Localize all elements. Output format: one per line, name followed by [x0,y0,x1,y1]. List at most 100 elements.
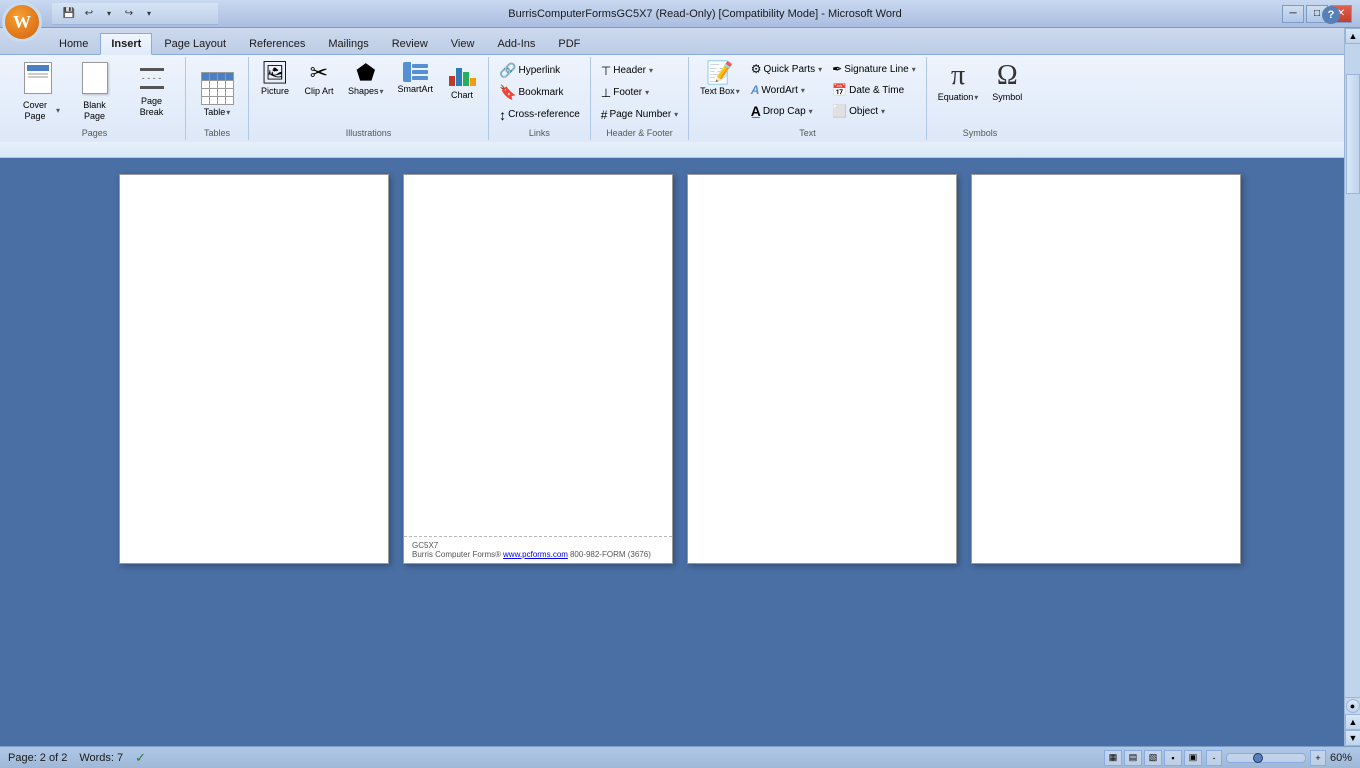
save-button[interactable]: 💾 [60,4,78,22]
equation-label: Equation ▾ [938,92,979,103]
shapes-icon: ⬟ [356,62,375,84]
footer-link[interactable]: www.pcforms.com [503,550,568,559]
clipart-button[interactable]: ✂ Clip Art [299,59,339,100]
tab-addins[interactable]: Add-Ins [486,32,546,54]
tab-review[interactable]: Review [381,32,439,54]
tab-insert[interactable]: Insert [100,33,152,55]
datetime-button[interactable]: 📅 Date & Time [828,80,920,100]
cover-page-label: Cover Page ▾ [15,100,60,122]
zoom-slider[interactable] [1226,753,1306,763]
word-count[interactable]: Words: 7 [79,752,123,764]
quickparts-label: Quick Parts [763,64,815,75]
tab-mailings[interactable]: Mailings [317,32,379,54]
dropcap-icon: A̲ [751,103,761,119]
page-indicator[interactable]: Page: 2 of 2 [8,752,67,764]
cover-page-button[interactable]: Cover Page ▾ [10,59,65,125]
table-button[interactable]: Table ▾ [192,59,242,121]
document-page-3 [687,174,957,564]
signatureline-label: Signature Line [844,64,909,75]
vertical-scrollbar[interactable]: ▲ ● ▲ ▼ [1344,28,1360,746]
textbox-button[interactable]: 📝 Text Box ▾ [695,59,745,100]
symbol-button[interactable]: Ω Symbol [987,59,1027,106]
links-group-label: Links [529,128,550,138]
pagenumber-icon: # [601,108,608,122]
chart-label: Chart [451,90,473,101]
tab-pdf[interactable]: PDF [547,32,591,54]
hyperlink-button[interactable]: 🔗 Hyperlink [495,61,564,81]
header-icon: ⊤ [601,64,611,78]
undo-dropdown[interactable]: ▾ [100,4,118,22]
picture-button[interactable]: 🖼 Picture [255,59,295,100]
minimize-button[interactable]: ─ [1282,5,1304,23]
zoom-out-button[interactable]: - [1206,750,1222,766]
scroll-up-button[interactable]: ▲ [1345,28,1360,44]
print-layout-button[interactable]: ▦ [1104,750,1122,766]
page-break-icon: - - - - [138,62,166,94]
title-bar: 💾 ↩ ▾ ↪ ▾ BurrisComputerFormsGC5X7 (Read… [0,0,1360,28]
wordart-button[interactable]: A WordArt ▾ [747,80,826,100]
chart-button[interactable]: Chart [442,59,482,104]
object-label: Object [849,106,878,117]
help-button[interactable]: ? [1322,6,1340,24]
tab-references[interactable]: References [238,32,316,54]
blank-page-icon [82,62,108,98]
bookmark-button[interactable]: 🔖 Bookmark [495,83,567,103]
tab-home[interactable]: Home [48,32,99,54]
view-buttons: ▦ ▤ ▧ ▪ ▣ [1104,750,1202,766]
tab-view[interactable]: View [440,32,486,54]
illustrations-group-label: Illustrations [346,128,392,138]
proofing-checkmark[interactable]: ✓ [135,750,146,766]
ribbon-content: Cover Page ▾ Blank Page - - - - Page Bre… [0,54,1360,142]
footer-button[interactable]: ⊥ Footer ▾ [597,83,653,103]
equation-button[interactable]: π Equation ▾ [933,59,984,106]
footer-company: Burris Computer Forms® [412,550,501,559]
equation-icon: π [951,62,965,90]
dropcap-label: Drop Cap [763,106,806,117]
shapes-button[interactable]: ⬟ Shapes ▾ [343,59,389,100]
ruler-horizontal [0,142,1360,158]
pagenumber-label: Page Number [609,109,671,120]
tables-group: Table ▾ Tables [186,57,249,140]
page-break-button[interactable]: - - - - Page Break [124,59,179,121]
cover-page-icon [24,62,52,98]
scroll-prev-button[interactable]: ▲ [1345,714,1360,730]
scroll-next-button[interactable]: ▼ [1345,730,1360,746]
text-group-label: Text [799,128,816,138]
hyperlink-icon: 🔗 [499,62,516,79]
crossref-button[interactable]: ↕ Cross-reference [495,105,584,125]
signatureline-icon: ✒ [832,62,842,76]
picture-icon: 🖼 [261,62,289,84]
headerfooter-group: ⊤ Header ▾ ⊥ Footer ▾ # Page Number ▾ He… [591,57,689,140]
zoom-in-button[interactable]: + [1310,750,1326,766]
smartart-button[interactable]: SmartArt [393,59,439,98]
document-area: GC5X7 Burris Computer Forms® www.pcforms… [0,158,1360,744]
pagenumber-button[interactable]: # Page Number ▾ [597,105,682,125]
wordart-icon: A [751,83,760,97]
header-button[interactable]: ⊤ Header ▾ [597,61,657,81]
draft-button[interactable]: ▣ [1184,750,1202,766]
symbol-icon: Ω [997,62,1018,90]
blank-page-button[interactable]: Blank Page [67,59,122,125]
quickparts-button[interactable]: ⚙ Quick Parts ▾ [747,59,826,79]
table-icon [201,62,234,105]
undo-button[interactable]: ↩ [80,4,98,22]
crossref-label: Cross-reference [508,109,580,120]
office-button[interactable]: W [2,2,42,42]
signatureline-button[interactable]: ✒ Signature Line ▾ [828,59,920,79]
document-page-1 [119,174,389,564]
full-reading-button[interactable]: ▤ [1124,750,1142,766]
hyperlink-label: Hyperlink [519,65,561,76]
web-layout-button[interactable]: ▧ [1144,750,1162,766]
quickparts-icon: ⚙ [751,62,762,76]
document-page-4 [971,174,1241,564]
bookmark-label: Bookmark [519,87,564,98]
object-button[interactable]: ⬜ Object ▾ [828,101,920,121]
textbox-label: Text Box ▾ [700,86,740,97]
outline-button[interactable]: ▪ [1164,750,1182,766]
status-bar: Page: 2 of 2 Words: 7 ✓ ▦ ▤ ▧ ▪ ▣ - + 60… [0,746,1360,768]
dropcap-button[interactable]: A̲ Drop Cap ▾ [747,101,826,121]
scroll-select-browse-button[interactable]: ● [1346,699,1360,713]
tab-pagelayout[interactable]: Page Layout [153,32,237,54]
zoom-level[interactable]: 60% [1330,752,1352,764]
scroll-thumb[interactable] [1346,74,1360,194]
